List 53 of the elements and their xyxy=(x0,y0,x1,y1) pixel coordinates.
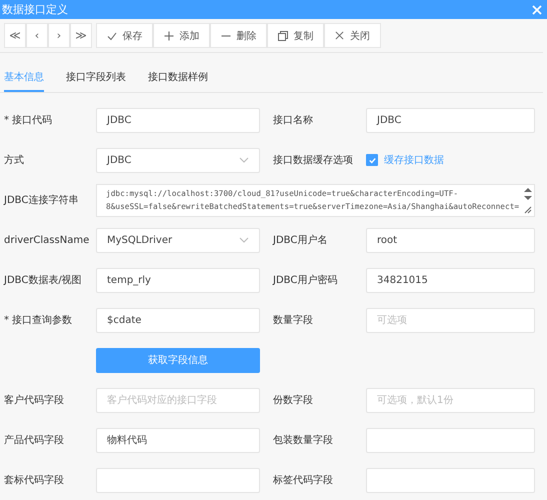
tab[interactable]: 接口字段列表 xyxy=(66,67,126,92)
plus-icon xyxy=(164,30,174,40)
select-field[interactable]: JDBC xyxy=(96,148,260,172)
input-field[interactable]: root xyxy=(366,228,535,252)
input-field[interactable]: 34821015 xyxy=(366,268,535,292)
field-label: 方式 xyxy=(4,155,24,166)
tab[interactable]: 接口数据样例 xyxy=(148,67,208,92)
input-field[interactable] xyxy=(96,468,260,492)
field-label: JDBC连接字符串 xyxy=(4,195,78,206)
field-label: 产品代码字段 xyxy=(4,435,64,446)
field-label: driverClassName xyxy=(4,234,90,246)
close-icon[interactable] xyxy=(532,4,542,14)
field-label: 接口名称 xyxy=(273,115,313,126)
nav-button[interactable]: ‹ xyxy=(26,23,48,48)
input-field[interactable]: JDBC xyxy=(96,108,260,132)
copy-icon xyxy=(278,30,288,40)
close-icon xyxy=(335,31,344,40)
input-field[interactable]: 物料代码 xyxy=(96,428,260,452)
nav-button[interactable]: › xyxy=(48,23,70,48)
resize-handle-icon[interactable] xyxy=(524,206,532,214)
field-label: JDBC用户密码 xyxy=(273,275,338,286)
field-label: JDBC数据表/视图 xyxy=(4,275,82,286)
minus-icon xyxy=(220,34,230,36)
field-label: * 接口查询参数 xyxy=(4,315,72,326)
check-icon xyxy=(368,156,376,164)
chevron-down-icon xyxy=(239,237,249,243)
input-field[interactable]: temp_rly xyxy=(96,268,260,292)
input-field[interactable]: $cdate xyxy=(96,308,260,332)
toolbar-button[interactable]: 添加 xyxy=(153,23,210,48)
field-label: 套标代码字段 xyxy=(4,475,64,486)
input-field[interactable] xyxy=(366,428,535,452)
nav-button[interactable]: ≫ xyxy=(70,23,92,48)
input-field[interactable]: JDBC xyxy=(366,108,535,132)
toolbar-button[interactable]: 删除 xyxy=(210,23,267,48)
toolbar-button[interactable]: 保存 xyxy=(96,23,153,48)
input-field[interactable] xyxy=(366,468,535,492)
spinner-icon[interactable] xyxy=(524,186,532,200)
check-icon xyxy=(106,30,116,40)
field-label: * 接口代码 xyxy=(4,115,52,126)
toolbar-button[interactable]: 关闭 xyxy=(324,23,381,48)
field-label: 客户代码字段 xyxy=(4,395,64,406)
chevron-down-icon xyxy=(239,157,249,163)
select-field[interactable]: MySQLDriver xyxy=(96,228,260,252)
window-title: 数据接口定义 xyxy=(2,2,68,17)
field-label: 标签代码字段 xyxy=(273,475,333,486)
nav-button[interactable]: ≪ xyxy=(4,23,26,48)
field-label: 包装数量字段 xyxy=(273,435,333,446)
toolbar-button[interactable]: 复制 xyxy=(267,23,324,48)
field-label: 数量字段 xyxy=(273,315,313,326)
checkbox[interactable] xyxy=(366,154,378,166)
field-label: 份数字段 xyxy=(273,395,313,406)
field-label: 接口数据缓存选项 xyxy=(273,155,353,166)
field-label: JDBC用户名 xyxy=(273,235,328,246)
